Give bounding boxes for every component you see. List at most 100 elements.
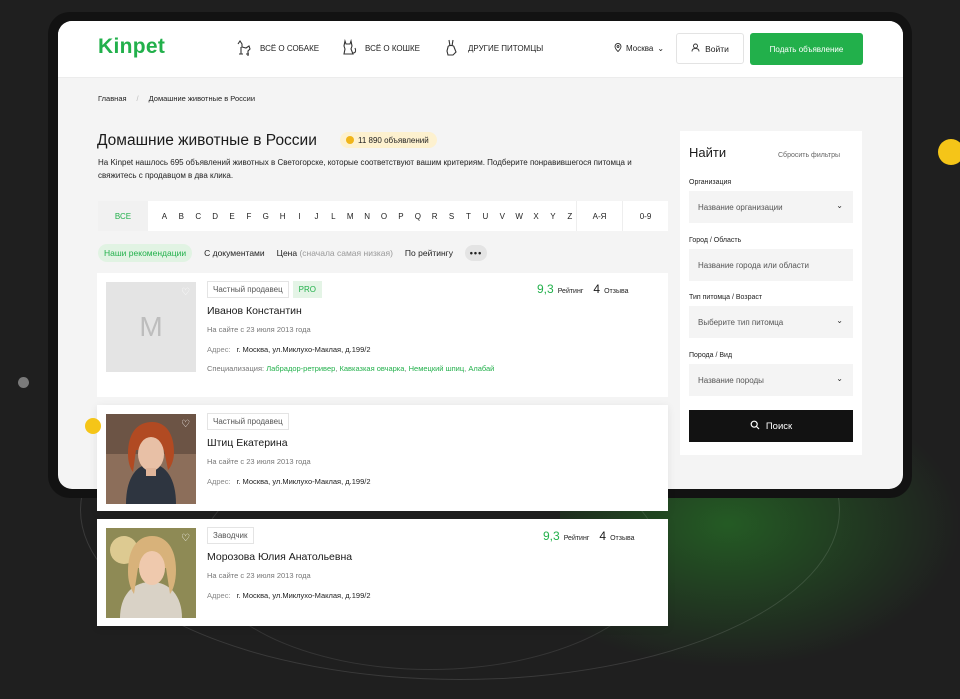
alphabet-letter[interactable]: A (156, 212, 173, 221)
alphabet-letter[interactable]: G (257, 212, 274, 221)
seller-since: На сайте с 23 июля 2013 года (207, 457, 311, 466)
more-button[interactable]: ••• (465, 245, 488, 261)
alphabet-letter[interactable]: S (443, 212, 460, 221)
rating-score: 9,3 (543, 529, 560, 543)
alphabet-letter[interactable]: D (207, 212, 224, 221)
heart-icon[interactable]: ♡ (181, 419, 190, 430)
alphabet-letter[interactable]: Y (544, 212, 561, 221)
alphabet-letter[interactable]: V (494, 212, 511, 221)
alphabet-letter[interactable]: Q (409, 212, 426, 221)
alphabet-letter[interactable]: X (528, 212, 545, 221)
seller-tags: Частный продавец (207, 413, 289, 430)
seller-name[interactable]: Иванов Константин (207, 305, 302, 317)
organization-placeholder: Название организации (698, 202, 783, 212)
seller-card[interactable]: ♡ Заводчик Морозова Юлия Анатольевна На … (97, 519, 668, 626)
address-value: г. Москва, ул.Миклухо-Маклая, д.199/2 (236, 345, 371, 354)
alphabet-letter[interactable]: O (376, 212, 393, 221)
alphabet-letter[interactable]: F (240, 212, 257, 221)
seller-name[interactable]: Штиц Екатерина (207, 437, 288, 449)
seller-rating: 9,3 Рейтинг 4 Отзыва (543, 529, 635, 543)
alphabet-letter[interactable]: B (173, 212, 190, 221)
decor-dot (18, 377, 29, 388)
pet-type-label: Тип питомца / Возраст (689, 294, 763, 301)
city-selector[interactable]: Москва ⌄ (614, 43, 664, 54)
spec-link[interactable]: Лабрадор-ретривер (266, 364, 335, 373)
alphabet-letter[interactable]: N (359, 212, 376, 221)
city-label: Город / Область (689, 237, 742, 244)
nav-dogs[interactable]: ВСЁ О СОБАКЕ (234, 38, 319, 58)
breadcrumb: Главная / Домашние животные в России (98, 94, 255, 103)
seller-type-badge: Заводчик (207, 527, 254, 544)
spec-link[interactable]: Алабай (468, 364, 494, 373)
spec-link[interactable]: Немецкий шпиц (409, 364, 465, 373)
reviews-count[interactable]: 4 (593, 282, 600, 296)
organization-select[interactable]: Название организации ⌄ (689, 191, 853, 223)
seller-card[interactable]: M ♡ Частный продавец PRO Иванов Констант… (97, 273, 668, 397)
pet-type-select[interactable]: Выберите тип питомца ⌄ (689, 306, 853, 338)
alphabet-cyrillic[interactable]: А-Я (576, 201, 622, 231)
address-label: Адрес: (207, 477, 231, 486)
chevron-down-icon: ⌄ (836, 374, 843, 383)
nav-other-pets[interactable]: ДРУГИЕ ПИТОМЦЫ (442, 38, 543, 58)
location-pin-icon (614, 43, 622, 54)
reviews-count[interactable]: 4 (599, 529, 606, 543)
search-icon (750, 420, 760, 433)
alphabet-filter: ВСЕ ABCDEFGHIJLMNOPQRSTUVWXYZ А-Я 0-9 (98, 201, 668, 231)
breed-placeholder: Название породы (698, 375, 764, 385)
alphabet-letter[interactable]: C (190, 212, 207, 221)
seller-card[interactable]: ♡ Частный продавец Штиц Екатерина На сай… (97, 405, 668, 511)
alphabet-letter[interactable]: J (308, 212, 325, 221)
alphabet-letter[interactable]: L (325, 212, 342, 221)
sort-recommended[interactable]: Наши рекомендации (98, 244, 193, 262)
alphabet-letter[interactable]: W (511, 212, 528, 221)
alphabet-letter[interactable]: M (342, 212, 359, 221)
seller-specialization: Специализация: Лабрадор-ретривер, Кавказ… (207, 364, 495, 373)
nav-label: ВСЁ О СОБАКЕ (260, 43, 320, 53)
post-ad-button[interactable]: Подать объявление (750, 33, 863, 65)
heart-icon[interactable]: ♡ (181, 533, 190, 544)
breadcrumb-current: Домашние животные в России (148, 94, 256, 103)
city-input[interactable]: Название города или области (689, 249, 853, 281)
chevron-down-icon: ⌄ (836, 201, 843, 210)
breadcrumb-separator: / (136, 94, 139, 103)
nav-label: ДРУГИЕ ПИТОМЦЫ (468, 43, 544, 53)
login-button[interactable]: Войти (676, 33, 744, 64)
spec-link[interactable]: Кавказкая овчарка (339, 364, 404, 373)
seller-tags: Частный продавец PRO (207, 281, 323, 298)
seller-name[interactable]: Морозова Юлия Анатольевна (207, 551, 352, 563)
breadcrumb-home[interactable]: Главная (98, 94, 127, 103)
user-icon (691, 43, 700, 54)
alphabet-letter[interactable]: R (426, 212, 443, 221)
search-button[interactable]: Поиск (689, 410, 853, 442)
sort-documents[interactable]: С документами (204, 248, 265, 258)
avatar: ♡ (106, 414, 196, 504)
alphabet-letter[interactable]: E (224, 212, 241, 221)
breed-label: Порода / Вид (689, 352, 733, 359)
alphabet-letter[interactable]: H (274, 212, 291, 221)
seller-tags: Заводчик (207, 527, 254, 544)
logo[interactable]: Kinpet (98, 35, 165, 59)
rating-label: Рейтинг (563, 535, 590, 542)
alphabet-letter[interactable]: P (392, 212, 409, 221)
sort-rating[interactable]: По рейтингу (405, 248, 453, 258)
nav-cats[interactable]: ВСЁ О КОШКЕ (339, 38, 420, 58)
breed-select[interactable]: Название породы ⌄ (689, 364, 853, 396)
alphabet-letter[interactable]: T (460, 212, 477, 221)
chevron-down-icon: ⌄ (657, 44, 665, 53)
rabbit-icon (446, 39, 457, 56)
coin-icon (346, 136, 354, 144)
sort-price-hint: (сначала самая низкая) (299, 248, 393, 258)
reviews-label: Отзыва (604, 288, 629, 295)
alphabet-all[interactable]: ВСЕ (98, 201, 148, 231)
alphabet-digits[interactable]: 0-9 (622, 201, 668, 231)
reset-filters-link[interactable]: Сбросить фильтры (778, 152, 840, 159)
cat-icon (343, 38, 357, 55)
dog-icon (237, 40, 251, 56)
search-sidebar: Найти Сбросить фильтры Организация Назва… (680, 131, 862, 455)
organization-label: Организация (689, 179, 732, 186)
alphabet-letter[interactable]: U (477, 212, 494, 221)
heart-icon[interactable]: ♡ (181, 287, 190, 298)
sort-price[interactable]: Цена (сначала самая низкая) (277, 248, 393, 258)
alphabet-letter[interactable]: I (291, 212, 308, 221)
sort-price-label: Цена (276, 248, 298, 258)
